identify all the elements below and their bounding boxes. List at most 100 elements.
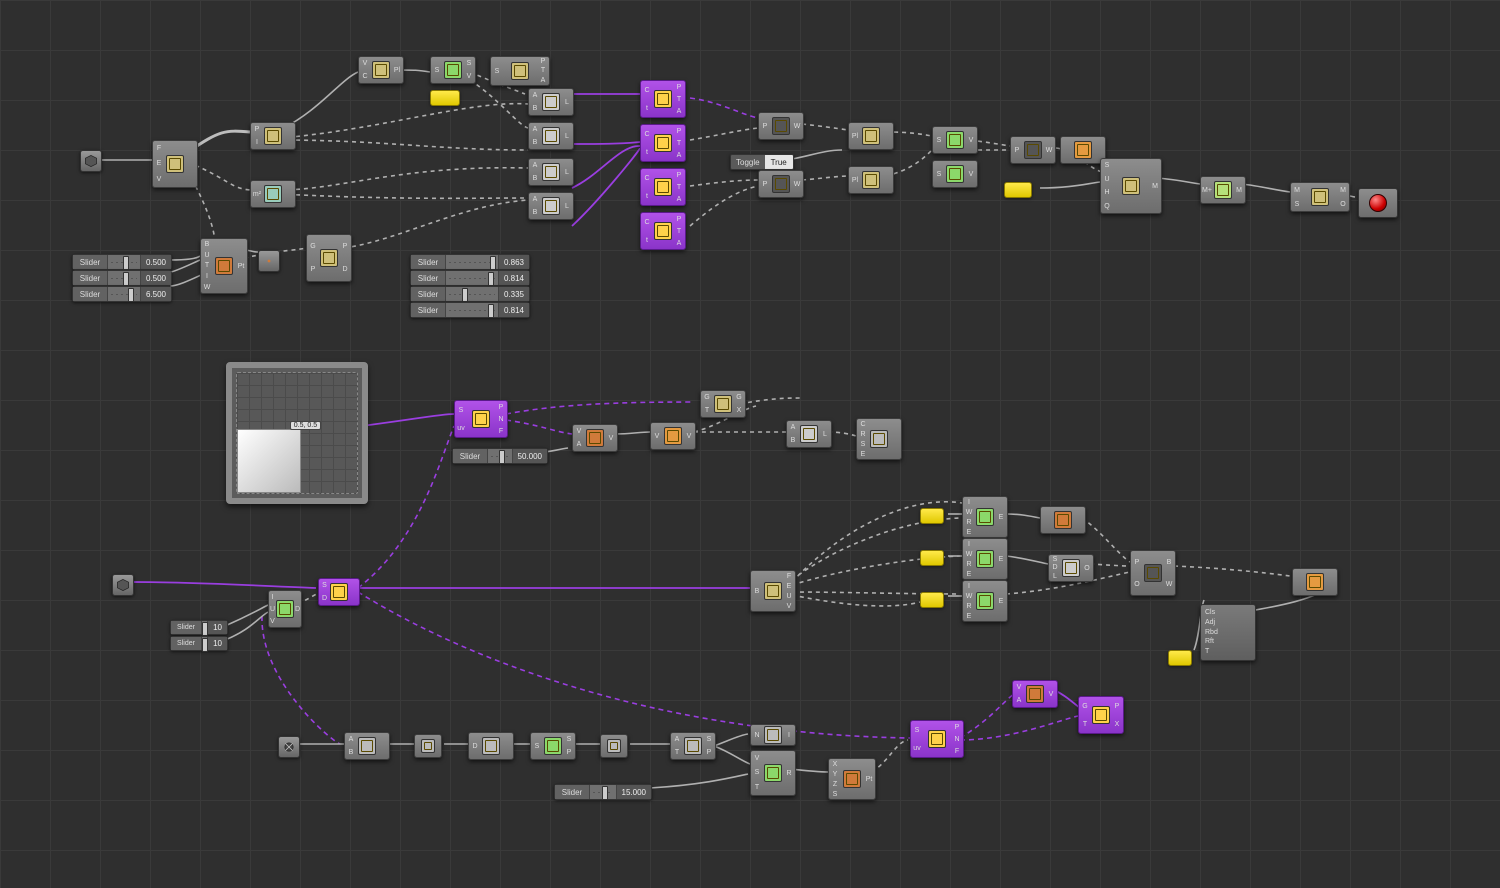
- plane-node[interactable]: PI: [250, 122, 296, 150]
- panel-yellow-2[interactable]: [1004, 182, 1032, 198]
- construct-point-node[interactable]: BUTIWPt: [200, 238, 248, 294]
- slider-mid-1[interactable]: Slider0.863: [410, 254, 530, 270]
- brep-param-icon[interactable]: [80, 150, 102, 172]
- relay-1[interactable]: [414, 734, 442, 758]
- loft-icon: [1144, 564, 1162, 582]
- srf-cp-node[interactable]: GPPD: [306, 234, 352, 282]
- opt-rft: Rft: [1205, 637, 1251, 647]
- at-node[interactable]: ATSP: [670, 732, 716, 760]
- slider-bottom[interactable]: Slider15.000: [554, 784, 652, 800]
- slider-u[interactable]: Slider10: [170, 620, 228, 635]
- reparam-node-2[interactable]: Pl: [848, 166, 894, 194]
- deconstruct-brep-node-2[interactable]: BFEUV: [750, 570, 796, 612]
- eval-crv-node-2[interactable]: CtPTA: [640, 124, 686, 162]
- subd-node[interactable]: SUHQM: [1100, 158, 1162, 214]
- wb-mesh-node[interactable]: MSMO: [1290, 182, 1350, 212]
- subd-icon: [1122, 177, 1140, 195]
- loft-top-node[interactable]: PW: [1010, 136, 1056, 164]
- eval-crv-node-4[interactable]: CtPTA: [640, 212, 686, 250]
- curve-icon: [862, 171, 880, 189]
- sort-icon: [444, 61, 462, 79]
- loft-options-list[interactable]: Cls Adj Rbd Rft T: [1200, 604, 1256, 661]
- line-icon: [542, 163, 560, 181]
- inter-node[interactable]: NI: [750, 724, 796, 746]
- construct-pt-node-2[interactable]: XYZSPt: [828, 758, 876, 800]
- relay-2[interactable]: [600, 734, 628, 758]
- eval-crv-node-3[interactable]: CtPTA: [640, 168, 686, 206]
- revolve-node[interactable]: CRSE: [856, 418, 902, 460]
- line-ab-node-4[interactable]: ABL: [528, 192, 574, 220]
- item-icon: [607, 739, 621, 753]
- point-param[interactable]: [258, 250, 280, 272]
- slider-mid-4[interactable]: Slider0.814: [410, 302, 530, 318]
- panel-y-s2[interactable]: [920, 550, 944, 566]
- divide-domain-node[interactable]: IUVD: [268, 590, 302, 628]
- isotrim-icon: [330, 583, 348, 601]
- bake-node[interactable]: [1358, 188, 1398, 218]
- eval-surface-sel-node[interactable]: SuvPNF: [910, 720, 964, 758]
- md-slider-region: [237, 429, 301, 493]
- list-item-node-1[interactable]: IWREE: [962, 496, 1008, 538]
- slider-mid-3[interactable]: Slider0.335: [410, 286, 530, 302]
- slider-top-2[interactable]: Slider0.500: [72, 270, 172, 286]
- line-sdl-node[interactable]: SDLO: [1048, 554, 1094, 582]
- line-ab-node-mid[interactable]: ABL: [786, 420, 832, 448]
- deconstruct-brep-icon: [764, 582, 782, 600]
- amplitude-node[interactable]: VAV: [572, 424, 618, 452]
- slider-top-3[interactable]: Slider6.500: [72, 286, 172, 302]
- eval-surface-node-mid[interactable]: SuvPNF: [454, 400, 508, 438]
- interp-node-2[interactable]: SV: [932, 160, 978, 188]
- panel-yellow-1[interactable]: [430, 90, 460, 106]
- loft-options-node[interactable]: POBW: [1130, 550, 1176, 596]
- line-ab-node-3[interactable]: ABL: [528, 158, 574, 186]
- curve-icon: [264, 127, 282, 145]
- series-node-1[interactable]: AB: [344, 732, 390, 760]
- toggle-value: True: [765, 155, 793, 169]
- wb-loop-node[interactable]: M+M: [1200, 176, 1246, 204]
- offset-node-1[interactable]: [1040, 506, 1086, 534]
- md-slider-2d[interactable]: 0.5, 0.5: [226, 362, 368, 504]
- join-node-1[interactable]: PW: [758, 112, 804, 140]
- deconstruct-brep-node[interactable]: FEV: [152, 140, 198, 188]
- series-node-2[interactable]: D: [468, 732, 514, 760]
- interp-node-1[interactable]: SV: [932, 126, 978, 154]
- panel-y-opt[interactable]: [1168, 650, 1192, 666]
- list-icon: [358, 737, 376, 755]
- brep-wireframe-node-2[interactable]: [1292, 568, 1338, 596]
- deconstruct-vec-node[interactable]: VSTR: [750, 750, 796, 796]
- reparam-node-1[interactable]: Pl: [848, 122, 894, 150]
- surface-param-input[interactable]: [112, 574, 134, 596]
- boundary-icon: [772, 117, 790, 135]
- curve-icon: [862, 127, 880, 145]
- boolean-toggle[interactable]: ToggleTrue: [730, 154, 794, 170]
- panel-y-s3[interactable]: [920, 592, 944, 608]
- slider-top-1[interactable]: Slider0.500: [72, 254, 172, 270]
- shuffle-node[interactable]: SSP: [530, 732, 576, 760]
- panel-y-s1[interactable]: [920, 508, 944, 524]
- move-sel-node[interactable]: GTPX: [1078, 696, 1124, 734]
- line-ab-node-2[interactable]: ABL: [528, 122, 574, 150]
- slider-v[interactable]: Slider10: [170, 636, 228, 651]
- data-param[interactable]: [278, 736, 300, 758]
- amplitude-sel-node[interactable]: VAV: [1012, 680, 1058, 708]
- reparam-icon: [372, 61, 390, 79]
- move-node-mid[interactable]: GTGX: [700, 390, 746, 418]
- list-item-node-2[interactable]: IWREE: [962, 538, 1008, 580]
- wb-mesh-icon: [1311, 188, 1329, 206]
- area-node[interactable]: m²: [250, 180, 296, 208]
- slider-mid-2[interactable]: Slider0.814: [410, 270, 530, 286]
- deconstruct-brep-icon: [166, 155, 184, 173]
- isotrim-node[interactable]: SD: [318, 578, 360, 606]
- bake-icon: [1369, 194, 1387, 212]
- vec-node-1[interactable]: VCPl: [358, 56, 404, 84]
- eval-crv-node-1[interactable]: CtPTA: [640, 80, 686, 118]
- slider-fifty[interactable]: Slider50.000: [452, 448, 548, 464]
- line-ab-node-1[interactable]: ABL: [528, 88, 574, 116]
- move-vec-node[interactable]: VV: [650, 422, 696, 450]
- eval-srf-top-node[interactable]: SPTA: [490, 56, 550, 86]
- tween-icon: [946, 165, 964, 183]
- sort-node[interactable]: SSV: [430, 56, 476, 84]
- list-item-node-3[interactable]: IWREE: [962, 580, 1008, 622]
- srf-cp-icon: [320, 249, 338, 267]
- join-node-2[interactable]: PW: [758, 170, 804, 198]
